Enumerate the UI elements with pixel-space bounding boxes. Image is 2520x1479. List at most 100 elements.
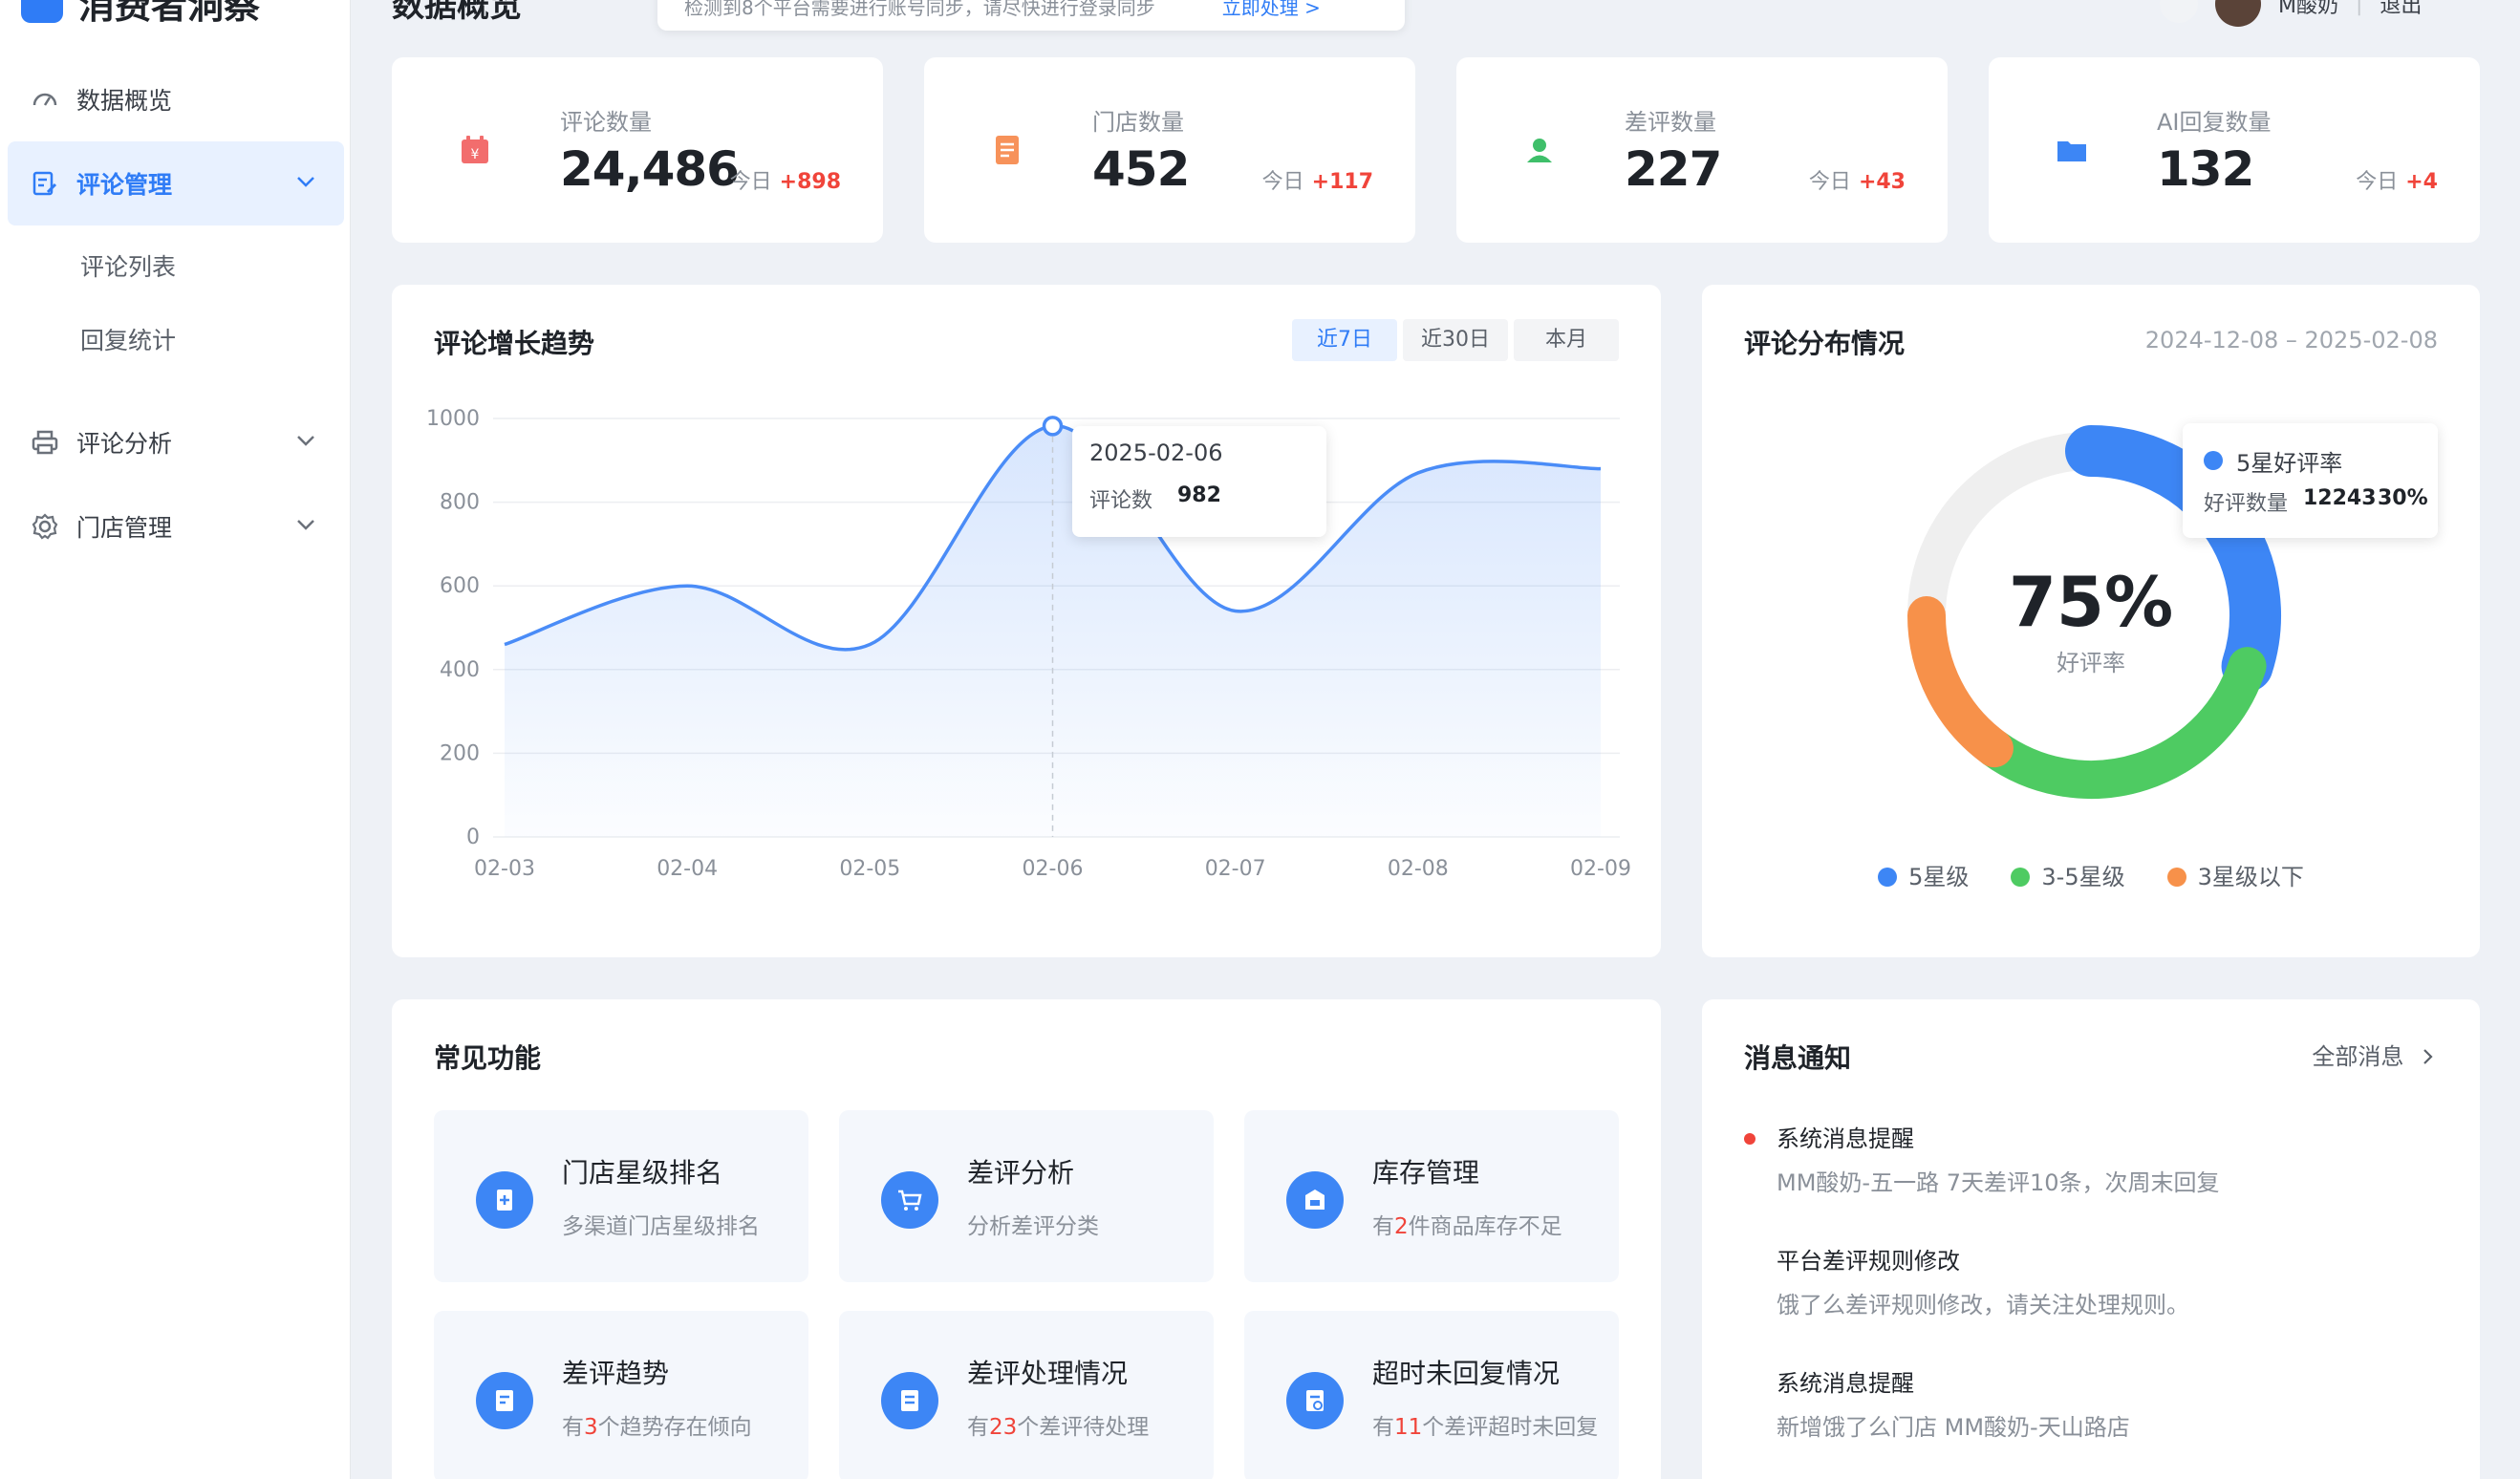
dashboard-icon	[29, 83, 61, 116]
function-desc: 有23个差评待处理	[967, 1415, 1150, 1440]
sidebar-item-review-analysis[interactable]: 评论分析	[8, 400, 344, 484]
y-tick-label: 800	[440, 491, 480, 515]
function-inventory[interactable]: 库存管理 有2件商品库存不足	[1244, 1110, 1619, 1282]
divider: |	[2355, 0, 2363, 16]
avatar[interactable]	[2215, 0, 2261, 27]
function-title: 门店星级排名	[562, 1157, 723, 1189]
sidebar-subitem-reply-stats[interactable]: 回复统计	[80, 322, 176, 360]
sidebar-item-dashboard[interactable]: 数据概览	[8, 57, 344, 141]
logout-link[interactable]: 退出	[2380, 0, 2422, 19]
x-tick-label: 02-07	[1205, 857, 1266, 881]
stat-today: 今日 +898	[730, 164, 841, 195]
function-negative-handling[interactable]: 差评处理情况 有23个差评待处理	[839, 1311, 1214, 1479]
sync-notice-link[interactable]: 立即处理 >	[1222, 0, 1321, 20]
sidebar-item-label: 评论管理	[76, 171, 173, 199]
sidebar-item-label: 数据概览	[76, 87, 173, 115]
legend-item[interactable]: 5星级	[1878, 858, 1969, 891]
stat-label: 评论数量	[560, 109, 652, 136]
functions-title: 常见功能	[434, 1042, 542, 1074]
tooltip-series-dot	[2204, 451, 2223, 470]
legend-item[interactable]: 3星级以下	[2166, 858, 2304, 891]
trend-doc-icon	[476, 1372, 533, 1429]
gear-icon	[29, 510, 61, 543]
page-title: 数据概览	[392, 0, 522, 25]
sidebar-item-store-management[interactable]: 门店管理	[8, 484, 344, 568]
messages-title: 消息通知	[1744, 1042, 1852, 1074]
chevron-down-icon	[294, 170, 317, 199]
function-negative-trend[interactable]: 差评趋势 有3个趋势存在倾向	[434, 1311, 808, 1479]
x-tick-label: 02-03	[474, 857, 535, 881]
stat-card-stores[interactable]: 门店数量 452 今日 +117	[924, 57, 1415, 243]
sidebar-item-review-management[interactable]: 评论管理	[8, 141, 344, 225]
x-tick-label: 02-05	[839, 857, 900, 881]
function-store-ranking[interactable]: 门店星级排名 多渠道门店星级排名	[434, 1110, 808, 1282]
stat-today-label: 今日	[729, 170, 772, 194]
all-messages-label: 全部消息	[2312, 1043, 2404, 1070]
document-icon	[881, 1372, 938, 1429]
legend-dot	[1878, 868, 1898, 887]
tooltip-value: 982	[1177, 483, 1221, 507]
stat-value: 132	[2157, 141, 2254, 197]
stat-card-reviews[interactable]: ¥ 评论数量 24,486 今日 +898	[392, 57, 883, 243]
function-title: 超时未回复情况	[1372, 1358, 1561, 1389]
function-negative-analysis[interactable]: 差评分析 分析差评分类	[839, 1110, 1214, 1282]
tooltip-pct: 30%	[2378, 486, 2428, 510]
svg-text:¥: ¥	[471, 147, 480, 162]
donut-tooltip: 5星好评率 好评数量 12243 30%	[2183, 423, 2438, 538]
sidebar-item-label: 门店管理	[76, 514, 173, 542]
function-desc: 分析差评分类	[967, 1214, 1099, 1239]
stat-delta: +117	[1311, 170, 1373, 194]
stat-value: 24,486	[560, 141, 740, 197]
timeout-doc-icon	[1286, 1372, 1344, 1429]
x-tick-label: 02-09	[1570, 857, 1631, 881]
message-body: MM酸奶-五一路 7天差评10条，次周末回复	[1777, 1169, 2220, 1196]
data-point	[1042, 416, 1064, 437]
distribution-card: 评论分布情况 2024-12-08 – 2025-02-08 75% 好评率 5…	[1702, 285, 2480, 957]
sync-notice-text: 检测到8个平台需要进行账号同步，请尽快进行登录同步	[684, 0, 1155, 19]
message-title: 系统消息提醒	[1777, 1370, 1914, 1397]
message-body: 新增饿了么门店 MM酸奶-天山路店	[1777, 1414, 2130, 1441]
common-functions-card: 常见功能 门店星级排名 多渠道门店星级排名 差评分析 分析差评分类 库存管理 有…	[392, 999, 1661, 1479]
brand: 消费者洞察	[21, 0, 260, 27]
y-tick-label: 400	[440, 658, 480, 682]
unread-dot	[1744, 1133, 1755, 1145]
brand-logo-icon	[21, 0, 63, 23]
sidebar-item-label: 评论分析	[76, 430, 173, 458]
calendar-icon: ¥	[432, 107, 518, 193]
stat-today-label: 今日	[2356, 170, 2399, 194]
bell-icon[interactable]	[2160, 0, 2198, 23]
stat-card-negative-reviews[interactable]: 差评数量 227 今日 +43	[1456, 57, 1948, 243]
x-tick-label: 02-04	[657, 857, 718, 881]
user-icon	[1497, 107, 1583, 193]
inventory-icon	[1286, 1171, 1344, 1229]
stat-value: 452	[1092, 141, 1190, 197]
x-tick-label: 02-08	[1388, 857, 1449, 881]
messages-card: 消息通知 全部消息 系统消息提醒 MM酸奶-五一路 7天差评10条，次周末回复 …	[1702, 999, 2480, 1479]
sidebar-subitem-review-list[interactable]: 评论列表	[80, 248, 176, 287]
stat-today: 今日 +4	[2356, 164, 2438, 195]
y-tick-label: 200	[440, 741, 480, 765]
tooltip-date: 2025-02-06	[1089, 439, 1223, 466]
function-desc: 多渠道门店星级排名	[562, 1214, 760, 1239]
tooltip-label: 评论数	[1089, 489, 1153, 513]
stat-label: 差评数量	[1625, 109, 1716, 136]
legend-label: 3-5星级	[2041, 864, 2125, 890]
donut-center-value: 75%	[2008, 562, 2174, 642]
stat-delta: +43	[1858, 170, 1906, 194]
stat-today: 今日 +43	[1809, 164, 1906, 195]
chevron-down-icon	[294, 513, 317, 542]
folder-icon	[2029, 107, 2115, 193]
legend-dot	[2166, 868, 2186, 887]
legend-item[interactable]: 3-5星级	[2011, 858, 2125, 891]
function-timeout-reply[interactable]: 超时未回复情况 有11个差评超时未回复	[1244, 1311, 1619, 1479]
trend-chart-card: 评论增长趋势 近7日 近30日 本月 0 200 400 600 800 1000 02-0…	[392, 285, 1661, 957]
legend-label: 3星级以下	[2197, 864, 2304, 890]
legend-label: 5星级	[1908, 864, 1970, 890]
stat-today-label: 今日	[1261, 170, 1304, 194]
stat-card-ai-replies[interactable]: AI回复数量 132 今日 +4	[1989, 57, 2480, 243]
user-name[interactable]: M酸奶	[2278, 0, 2338, 19]
x-tick-label: 02-06	[1023, 857, 1084, 881]
all-messages-link[interactable]: 全部消息	[2312, 1038, 2438, 1071]
edit-doc-icon	[29, 167, 61, 200]
function-desc: 有11个差评超时未回复	[1372, 1415, 1599, 1440]
